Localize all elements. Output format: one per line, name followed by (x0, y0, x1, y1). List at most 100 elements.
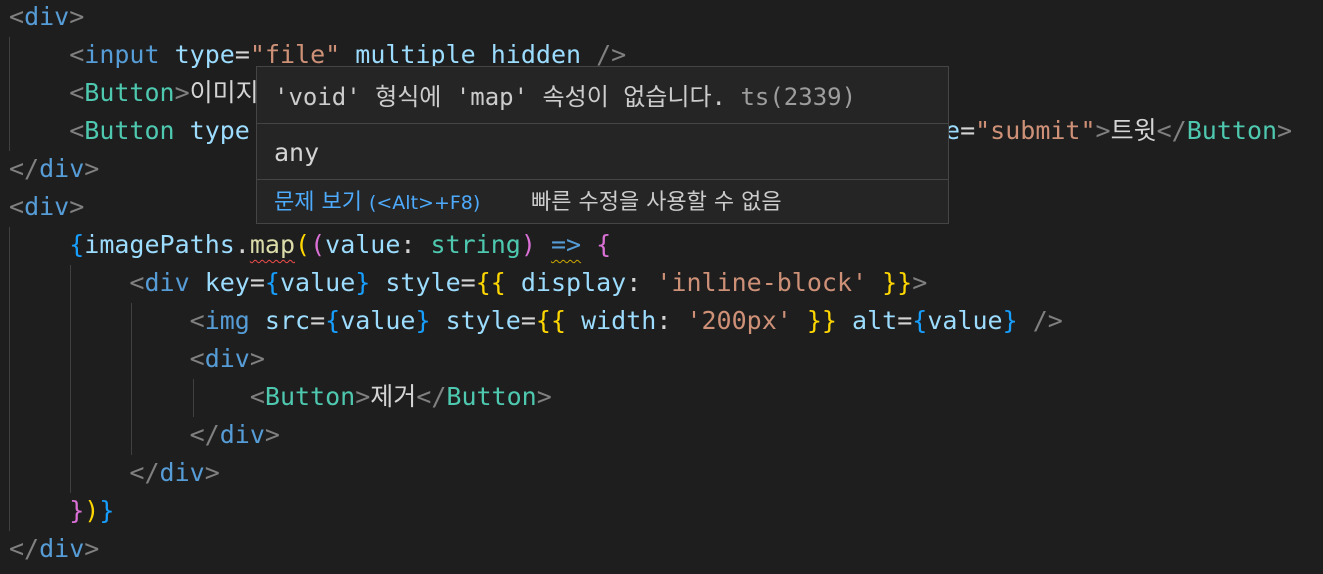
code-line-1: <div> (9, 0, 84, 36)
token: > (69, 192, 85, 221)
token: : (626, 268, 657, 297)
token-tag: div (219, 420, 265, 449)
token-text: 트윗 (1110, 116, 1157, 145)
token-tag: div (39, 534, 85, 563)
token: = (460, 268, 476, 297)
token: > (249, 344, 265, 373)
no-quick-fix-label: 빠른 수정을 사용할 수 없음 (531, 190, 782, 215)
token-bracket: ) (520, 230, 536, 259)
token: < (249, 382, 265, 411)
error-hover-popup: 'void' 형식에 'map' 속성이 없습니다. ts(2339) any … (256, 66, 949, 224)
token: = (960, 116, 976, 145)
token-bracket: { (69, 230, 85, 259)
token: : (656, 306, 687, 335)
token-string: "file" (249, 40, 341, 69)
token-string: '200px' (686, 306, 792, 335)
token-bracket: { (596, 230, 612, 259)
token: : (400, 230, 431, 259)
token: = (897, 306, 913, 335)
token-bracket: ( (310, 230, 326, 259)
token-attr: alt (852, 306, 898, 335)
token: < (9, 192, 25, 221)
token-attr: key (204, 268, 250, 297)
token-type: string (430, 230, 521, 259)
token-tag: div (159, 458, 205, 487)
code-line-10: <div> (9, 340, 265, 378)
token-function-error[interactable]: map (250, 230, 295, 259)
token-string: "submit" (975, 116, 1096, 145)
token-tag: img (204, 306, 250, 335)
token-bracket: } (99, 496, 115, 525)
view-problem-link[interactable]: 문제 보기 (<Alt>+F8) (274, 189, 480, 217)
token: > (84, 534, 100, 563)
token-tag: div (24, 2, 70, 31)
token-bracket: {{ (535, 306, 567, 335)
token-arrow[interactable]: => (551, 230, 581, 259)
token: < (69, 116, 85, 145)
token-attr: multiple (355, 40, 476, 69)
code-line-5: </div> (9, 150, 99, 188)
token-bracket: } (1002, 306, 1018, 335)
token-text: 제거 (370, 382, 417, 411)
token-variable: value (927, 306, 1003, 335)
token: < (129, 268, 145, 297)
token: < (189, 344, 205, 373)
code-line-14: })} (9, 492, 114, 530)
token-component: Button (1186, 116, 1278, 145)
code-line-12: </div> (9, 416, 280, 454)
token: </ (129, 458, 160, 487)
token-bracket: } (415, 306, 431, 335)
token: > (1095, 116, 1111, 145)
token-attr: style (445, 306, 521, 335)
hover-message-row: 'void' 형식에 'map' 속성이 없습니다. ts(2339) (274, 77, 856, 117)
token-bracket: }} (806, 306, 837, 335)
token-attr: type (189, 116, 250, 145)
token: > (536, 382, 552, 411)
token-tag: div (24, 192, 70, 221)
token: < (189, 306, 205, 335)
code-line-7: {imagePaths.map((value: string) => { (9, 226, 611, 264)
token-component: Button (446, 382, 537, 411)
token: </ (1156, 116, 1187, 145)
token: = (234, 40, 250, 69)
code-line-11: <Button>제거</Button> (9, 378, 552, 416)
token-attr: style (385, 268, 461, 297)
code-line-3: <Button>이미지 (9, 74, 258, 112)
error-code: ts(2339) (740, 83, 857, 111)
token-attr: src (264, 306, 311, 335)
token-component: Button (264, 382, 356, 411)
code-line-13: </div> (9, 454, 220, 492)
token: = (310, 306, 326, 335)
token: > (69, 2, 85, 31)
token-variable: value (279, 268, 356, 297)
token: > (355, 382, 371, 411)
token-prop: width (581, 306, 657, 335)
code-line-4: <Button type (9, 112, 250, 150)
token: < (69, 40, 85, 69)
token: </ (9, 534, 40, 563)
token: </ (189, 420, 220, 449)
token-attr: hidden (490, 40, 582, 69)
token: > (204, 458, 220, 487)
token-attr: type (174, 40, 235, 69)
view-problem-label: 문제 보기 (274, 190, 362, 215)
token: > (84, 154, 100, 183)
token-component: Button (84, 116, 175, 145)
